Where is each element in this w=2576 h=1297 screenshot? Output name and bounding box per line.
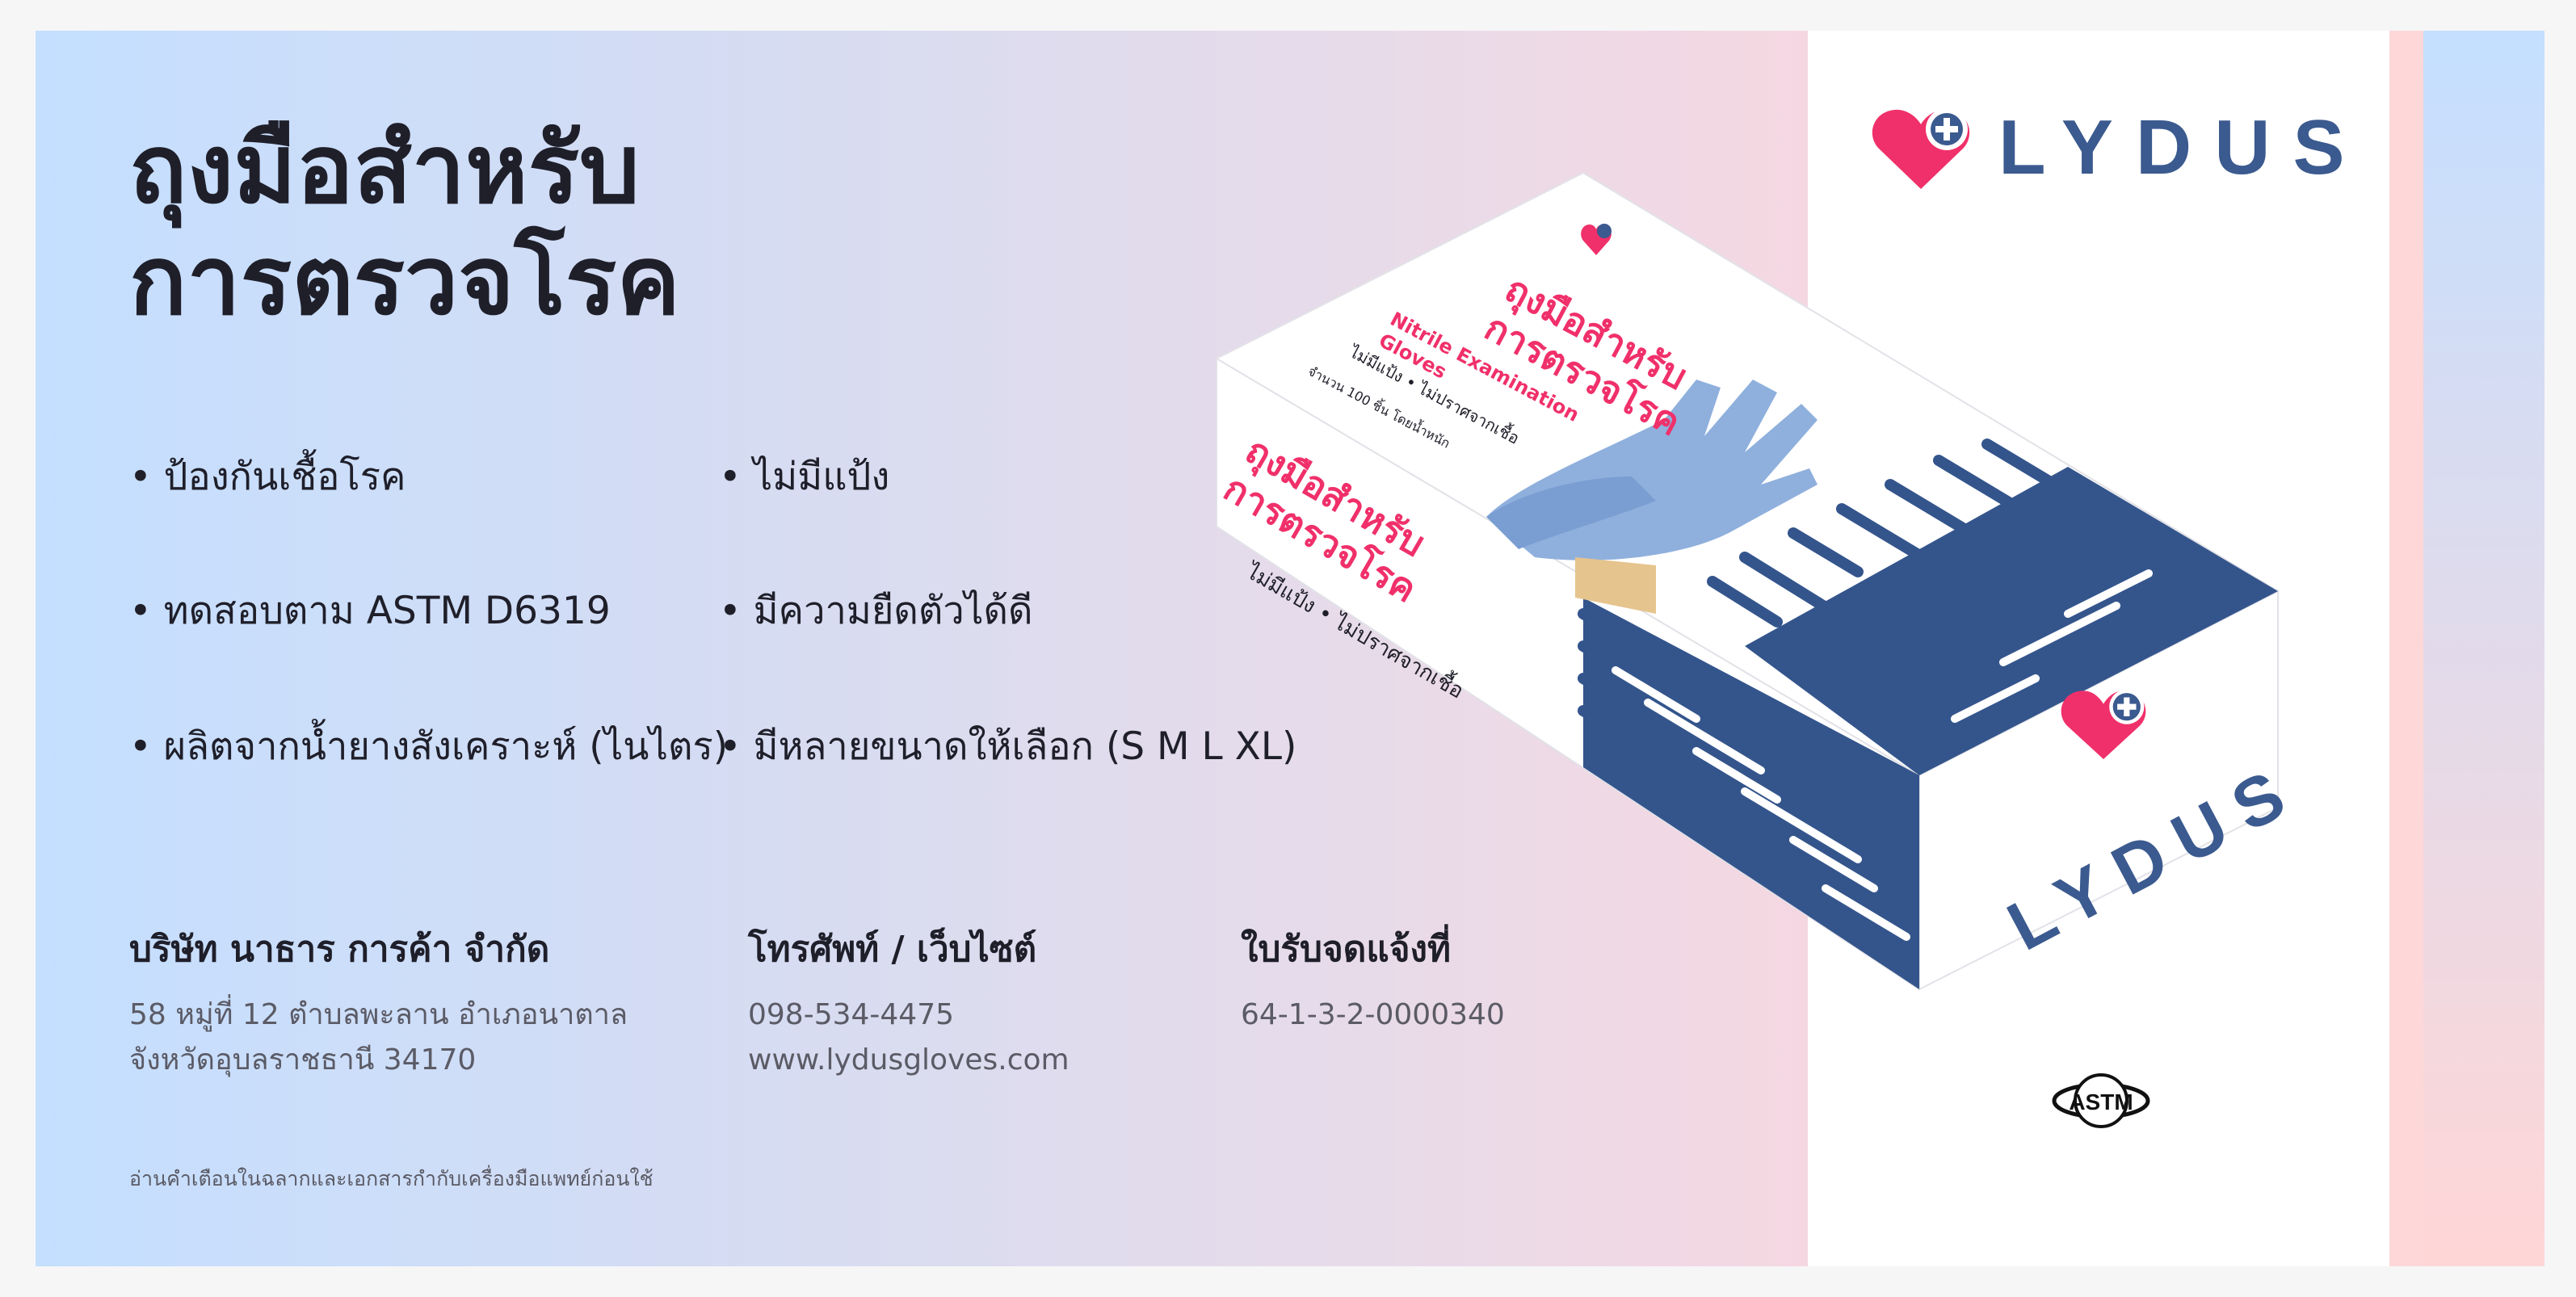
brand-name: LYDUS bbox=[1998, 104, 2368, 191]
side-gradient-strip bbox=[2423, 31, 2544, 1266]
astm-certification-mark: ASTM bbox=[2049, 1064, 2154, 1140]
registration-number: 64-1-3-2-0000340 bbox=[1241, 998, 1505, 1031]
company-address-line2: จังหวัดอุบลราชธานี 34170 bbox=[129, 1043, 477, 1077]
astm-text: ASTM bbox=[2069, 1089, 2133, 1114]
heart-plus-icon bbox=[1872, 108, 1970, 189]
phone-number: 098-534-4475 bbox=[748, 998, 955, 1031]
feature-item: • มีความยืดตัวได้ดี bbox=[719, 589, 1033, 633]
company-heading: บริษัท นาธาร การค้า จำกัด bbox=[129, 929, 550, 970]
feature-item: • ป้องกันเชื้อโรค bbox=[129, 455, 406, 499]
feature-item: • ผลิตจากน้ำยางสังเคราะห์ (ไนไตร) bbox=[129, 724, 729, 769]
feature-item: • มีหลายขนาดให้เลือก (S M L XL) bbox=[719, 724, 1297, 769]
company-address-line1: 58 หมู่ที่ 12 ตำบลพะลาน อำเภอนาตาล bbox=[129, 998, 628, 1031]
website-link[interactable]: www.lydusgloves.com bbox=[748, 1037, 1069, 1084]
astm-logo-icon: ASTM bbox=[2052, 1073, 2150, 1128]
contact-heading: โทรศัพท์ / เว็บไซต์ bbox=[748, 929, 1037, 970]
feature-item: • ไม่มีแป้ง bbox=[719, 455, 890, 499]
feature-item: • ทดสอบตาม ASTM D6319 bbox=[129, 589, 611, 633]
brand-logo: LYDUS bbox=[1871, 103, 2368, 192]
headline: ถุงมือสำหรับ การตรวจโรค bbox=[129, 113, 681, 336]
disclaimer: อ่านคำเตือนในฉลากและเอกสารกำกับเครื่องมื… bbox=[129, 1167, 653, 1190]
registration-heading: ใบรับจดแจ้งที่ bbox=[1241, 929, 1451, 970]
